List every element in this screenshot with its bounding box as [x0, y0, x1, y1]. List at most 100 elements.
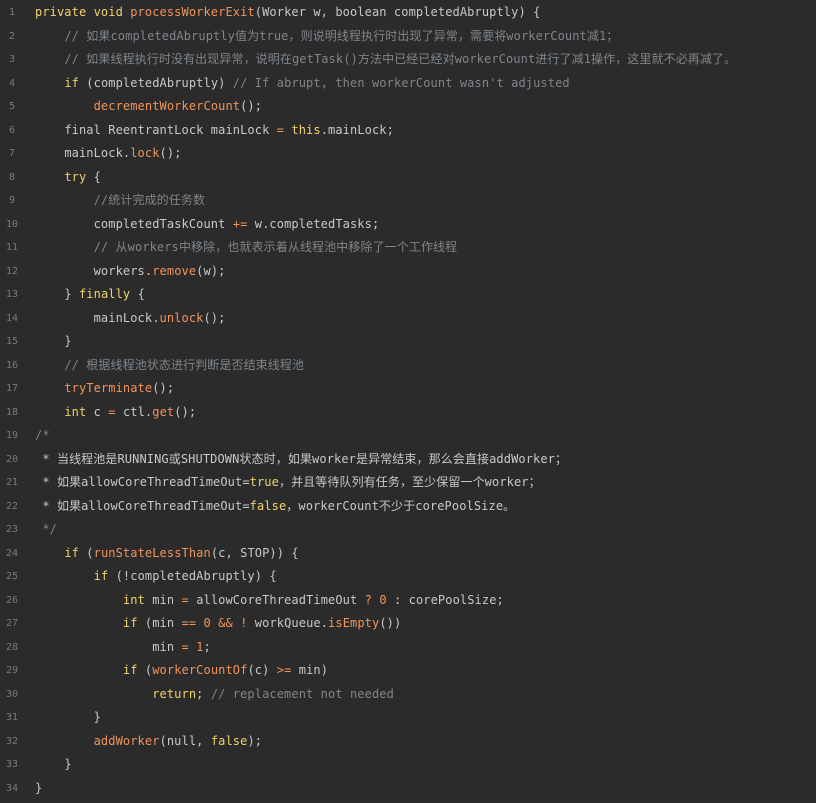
code-token: allowCoreThreadTimeOut — [196, 592, 365, 607]
code-text: * 如果allowCoreThreadTimeOut=true，并且等待队列有任… — [24, 471, 541, 495]
code-token: mainLock. — [64, 146, 131, 160]
code-token: workerCountOf — [152, 663, 248, 677]
line-number: 27 — [5, 618, 19, 629]
line-number: 34 — [5, 782, 19, 794]
code-token: get — [152, 404, 175, 419]
code-text: // 从workers中移除，也就表示着从线程池中移除了一个工作线程 — [24, 236, 458, 260]
code-line[interactable]: 28 min = 1; — [0, 636, 816, 660]
code-token: min — [152, 592, 182, 607]
code-text: // 如果线程执行时没有出现异常，说明在getTask()方法中已经已经对wor… — [24, 48, 736, 72]
code-token: // 如果线程执行时没有出现异常，说明在getTask()方法中已经已经对wor… — [64, 52, 737, 66]
code-line[interactable]: 1 private void processWorkerExit(Worker w… — [0, 1, 816, 25]
line-number: 14 — [5, 312, 19, 324]
code-token: ; — [196, 686, 211, 701]
code-token: decrementWorkerCount — [93, 99, 241, 113]
code-line[interactable]: 3 // 如果线程执行时没有出现异常，说明在getTask()方法中已经已经对w… — [0, 48, 816, 72]
code-line[interactable]: 19 /* — [0, 424, 816, 448]
code-token: ( — [86, 545, 94, 560]
code-text: if (workerCountOf(c) >= min) — [24, 659, 328, 683]
code-text: } finally { — [24, 283, 145, 307]
line-number: 16 — [5, 359, 19, 371]
code-line[interactable]: 22 * 如果allowCoreThreadTimeOut=false，work… — [0, 495, 816, 519]
code-text: */ — [24, 518, 57, 542]
line-number: 26 — [5, 594, 19, 606]
line-number: 7 — [8, 148, 16, 159]
code-line[interactable]: 11 // 从workers中移除，也就表示着从线程池中移除了一个工作线程 — [0, 236, 816, 260]
code-line[interactable]: 16 // 根据线程池状态进行判断是否结束线程池 — [0, 354, 816, 378]
line-number: 24 — [5, 547, 19, 559]
code-token: /* — [35, 428, 50, 442]
code-line[interactable]: 34} — [0, 777, 816, 801]
code-token: 0 — [203, 616, 219, 630]
code-line[interactable]: 4 if (completedAbruptly) // If abrupt, t… — [0, 72, 816, 96]
line-number: 32 — [5, 735, 19, 747]
line-number: 13 — [5, 289, 19, 300]
code-text: int min = allowCoreThreadTimeOut ? 0 : c… — [24, 589, 504, 613]
code-line[interactable]: 9 //统计完成的任务数 — [0, 189, 816, 213]
code-text: return; // replacement not needed — [24, 683, 394, 707]
code-token: (c, STOP)) { — [210, 545, 299, 560]
code-token: finally — [78, 287, 138, 301]
code-line[interactable]: 6 final ReentrantLock mainLock = this.ma… — [0, 119, 816, 143]
line-number: 29 — [5, 665, 19, 676]
code-line[interactable]: 27 if (min == 0 && ! workQueue.isEmpty()… — [0, 612, 816, 636]
line-number: 28 — [5, 641, 19, 653]
code-line[interactable]: 8 try { — [0, 166, 816, 190]
code-line[interactable]: 24 if (runStateLessThan(c, STOP)) { — [0, 542, 816, 566]
code-line[interactable]: 10 completedTaskCount += w.completedTask… — [0, 213, 816, 237]
code-line[interactable]: 33 } — [0, 753, 816, 777]
code-line[interactable]: 26 int min = allowCoreThreadTimeOut ? 0 … — [0, 589, 816, 613]
code-text: decrementWorkerCount(); — [24, 95, 262, 119]
code-token: (c) — [247, 663, 277, 677]
code-editor[interactable]: 1 private void processWorkerExit(Worker w… — [0, 0, 816, 803]
code-line[interactable]: 30 return; // replacement not needed — [0, 683, 816, 707]
code-token: int — [122, 592, 153, 607]
code-line[interactable]: 21 * 如果allowCoreThreadTimeOut=true，并且等待队… — [0, 471, 816, 495]
line-number: 9 — [8, 195, 16, 206]
code-text: * 当线程池是RUNNING或SHUTDOWN状态时，如果worker是异常结束… — [24, 448, 567, 472]
code-token: workers. — [93, 263, 153, 278]
line-number: 5 — [8, 101, 16, 112]
code-text: /* — [24, 424, 50, 448]
code-line[interactable]: 5 decrementWorkerCount(); — [0, 95, 816, 119]
code-token: = — [181, 592, 197, 607]
code-line[interactable]: 2 // 如果completedAbruptly值为true，则说明线程执行时出… — [0, 25, 816, 49]
code-token: private void — [35, 5, 131, 19]
code-token: (); — [203, 310, 226, 325]
code-token: ctl. — [122, 404, 153, 419]
code-line[interactable]: 20 * 当线程池是RUNNING或SHUTDOWN状态时，如果worker是异… — [0, 448, 816, 472]
code-line[interactable]: 17 tryTerminate(); — [0, 377, 816, 401]
code-line[interactable]: 25 if (!completedAbruptly) { — [0, 565, 816, 589]
code-token: 1 — [196, 639, 204, 654]
code-text: } — [24, 706, 101, 730]
code-line[interactable]: 12 workers.remove(w); — [0, 260, 816, 284]
code-text: addWorker(null, false); — [24, 730, 262, 754]
code-line[interactable]: 18 int c = ctl.get(); — [0, 401, 816, 425]
line-number: 1 — [8, 7, 16, 18]
code-token: this — [291, 122, 321, 137]
code-text: min = 1; — [24, 636, 211, 660]
code-text: if (completedAbruptly) // If abrupt, the… — [24, 72, 570, 96]
code-token: { — [93, 169, 101, 184]
code-token: (); — [159, 146, 182, 160]
code-line[interactable]: 7 mainLock.lock(); — [0, 142, 816, 166]
code-token: if — [64, 75, 87, 90]
line-number: 10 — [5, 218, 19, 230]
line-number: 20 — [5, 453, 19, 465]
code-line[interactable]: 32 addWorker(null, false); — [0, 730, 816, 754]
code-token: try — [64, 169, 94, 184]
code-token: remove — [152, 263, 197, 278]
code-line[interactable]: 23 */ — [0, 518, 816, 542]
line-number: 23 — [5, 524, 19, 535]
code-line[interactable]: 14 mainLock.unlock(); — [0, 307, 816, 331]
code-token: if — [64, 545, 87, 560]
code-token: = — [108, 404, 123, 419]
code-line[interactable]: 15 } — [0, 330, 816, 354]
line-number: 17 — [5, 383, 19, 394]
line-number: 3 — [8, 54, 16, 65]
code-token: addWorker — [93, 733, 160, 748]
code-line[interactable]: 31 } — [0, 706, 816, 730]
code-text: workers.remove(w); — [24, 260, 226, 284]
code-line[interactable]: 13 } finally { — [0, 283, 816, 307]
code-line[interactable]: 29 if (workerCountOf(c) >= min) — [0, 659, 816, 683]
